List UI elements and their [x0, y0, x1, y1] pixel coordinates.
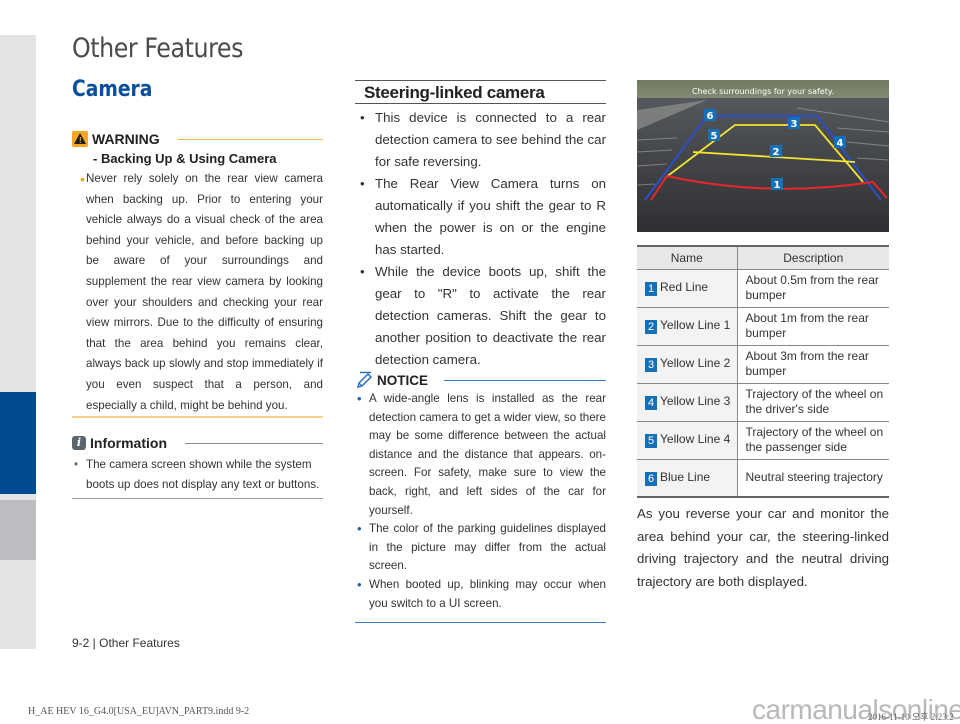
- divider: [72, 498, 323, 499]
- divider: [185, 442, 323, 444]
- warning-text: Never rely solely on the rear view camer…: [86, 172, 323, 412]
- line-name: Red Line: [660, 280, 709, 294]
- line-name: Yellow Line 1: [660, 318, 731, 332]
- number-badge: 3: [645, 358, 657, 372]
- rear-camera-image: Check surroundings for your safety. 1 2 …: [637, 80, 889, 232]
- line-description: Trajectory of the wheel on the driver's …: [737, 383, 889, 422]
- pencil-icon: [355, 371, 373, 389]
- divider: [355, 103, 606, 104]
- bullet-icon: •: [357, 391, 362, 406]
- list-item: • The color of the parking guidelines dis…: [355, 520, 606, 576]
- chapter-tab-active: [0, 392, 36, 494]
- steering-title: Steering-linked camera: [364, 83, 545, 102]
- information-body: • The camera screen shown while the syste…: [72, 455, 323, 495]
- notice-label: NOTICE: [377, 372, 429, 388]
- page-title: Other Features: [72, 33, 244, 64]
- section-title: Camera: [72, 77, 153, 102]
- marker-label: 6: [707, 111, 714, 122]
- notice-header: NOTICE: [355, 371, 606, 389]
- number-badge: 1: [645, 282, 657, 296]
- list-item: • The Rear View Camera turns on automatic…: [355, 173, 606, 261]
- information-header: i Information: [72, 434, 323, 452]
- marker-label: 4: [837, 138, 844, 149]
- chapter-tab: [0, 500, 36, 560]
- table-row: 1 Red Line About 0.5m from the rear bumpe…: [637, 269, 889, 308]
- column-header: Description: [737, 245, 889, 270]
- summary-text: As you reverse your car and monitor the …: [637, 506, 889, 589]
- table-row: 2 Yellow Line 1 About 1m from the rear bu…: [637, 307, 889, 346]
- table-row: 5 Yellow Line 4 Trajectory of the wheel o…: [637, 421, 889, 460]
- bullet-icon: •: [360, 110, 365, 125]
- column-header: Name: [637, 245, 738, 270]
- guideline-table: Name Description 1 Red Line About 0.5m fr…: [637, 245, 889, 498]
- bullet-icon: •: [80, 171, 85, 187]
- information-label: Information: [90, 435, 167, 451]
- bullet-icon: •: [74, 458, 79, 471]
- marker-label: 5: [711, 131, 718, 142]
- bullet-icon: •: [360, 176, 365, 191]
- divider: [355, 80, 606, 81]
- line-name: Yellow Line 2: [660, 356, 731, 370]
- table-row: 6 Blue Line Neutral steering trajectory: [637, 459, 889, 498]
- line-description: About 3m from the rear bumper: [737, 345, 889, 384]
- warning-body: • Never rely solely on the rear view cam…: [72, 169, 323, 416]
- list-item-text: This device is connected to a rear detec…: [375, 110, 606, 169]
- print-filename: H_AE HEV 16_G4.0[USA_EU]AVN_PART9.indd 9…: [28, 706, 250, 717]
- warning-subtitle: - Backing Up & Using Camera: [93, 151, 277, 166]
- marker-label: 2: [773, 147, 780, 158]
- list-item-text: The Rear View Camera turns on automatica…: [375, 176, 606, 257]
- warning-icon: !: [72, 131, 88, 147]
- list-item: • This device is connected to a rear dete…: [355, 107, 606, 173]
- camera-overlay-text: Check surroundings for your safety.: [692, 87, 834, 96]
- list-item-text: The color of the parking guidelines disp…: [369, 522, 606, 573]
- notice-list: • A wide-angle lens is installed as the r…: [355, 390, 606, 613]
- line-description: Neutral steering trajectory: [737, 459, 889, 498]
- page-footer: 9-2 | Other Features: [72, 636, 180, 650]
- line-name: Yellow Line 3: [660, 394, 731, 408]
- print-date: 2016-11-10 오후 2:23:2: [868, 712, 954, 722]
- line-description: About 0.5m from the rear bumper: [737, 269, 889, 308]
- info-icon: i: [72, 436, 86, 450]
- bullet-icon: •: [360, 264, 365, 279]
- number-badge: 4: [645, 396, 657, 410]
- line-description: Trajectory of the wheel on the passenger…: [737, 421, 889, 460]
- table-row: 4 Yellow Line 3 Trajectory of the wheel o…: [637, 383, 889, 422]
- bullet-icon: •: [357, 576, 362, 592]
- line-name: Blue Line: [660, 469, 711, 484]
- marker-label: 1: [774, 180, 781, 191]
- bullet-icon: •: [357, 521, 362, 537]
- table-row: 3 Yellow Line 2 About 3m from the rear bu…: [637, 345, 889, 384]
- divider: [72, 416, 323, 418]
- list-item-text: When booted up, blinking may occur when …: [369, 577, 606, 610]
- line-description: About 1m from the rear bumper: [737, 307, 889, 346]
- marker-label: 3: [791, 119, 798, 130]
- number-badge: 6: [645, 471, 657, 486]
- table-header-row: Name Description: [637, 245, 889, 270]
- number-badge: 2: [645, 320, 657, 334]
- steering-list: • This device is connected to a rear dete…: [355, 107, 606, 371]
- warning-label: WARNING: [92, 131, 160, 147]
- list-item-text: A wide-angle lens is installed as the re…: [369, 392, 606, 517]
- information-text: The camera screen shown while the system…: [86, 458, 320, 491]
- divider: [444, 379, 606, 381]
- divider: [177, 138, 323, 140]
- list-item: • A wide-angle lens is installed as the r…: [355, 390, 606, 520]
- list-item: • When booted up, blinking may occur when…: [355, 576, 606, 613]
- divider: [355, 622, 606, 623]
- line-name: Yellow Line 4: [660, 432, 731, 446]
- list-item: • While the device boots up, shift the ge…: [355, 261, 606, 371]
- list-item-text: While the device boots up, shift the gea…: [375, 264, 606, 367]
- warning-header: ! WARNING: [72, 130, 323, 148]
- number-badge: 5: [645, 434, 657, 448]
